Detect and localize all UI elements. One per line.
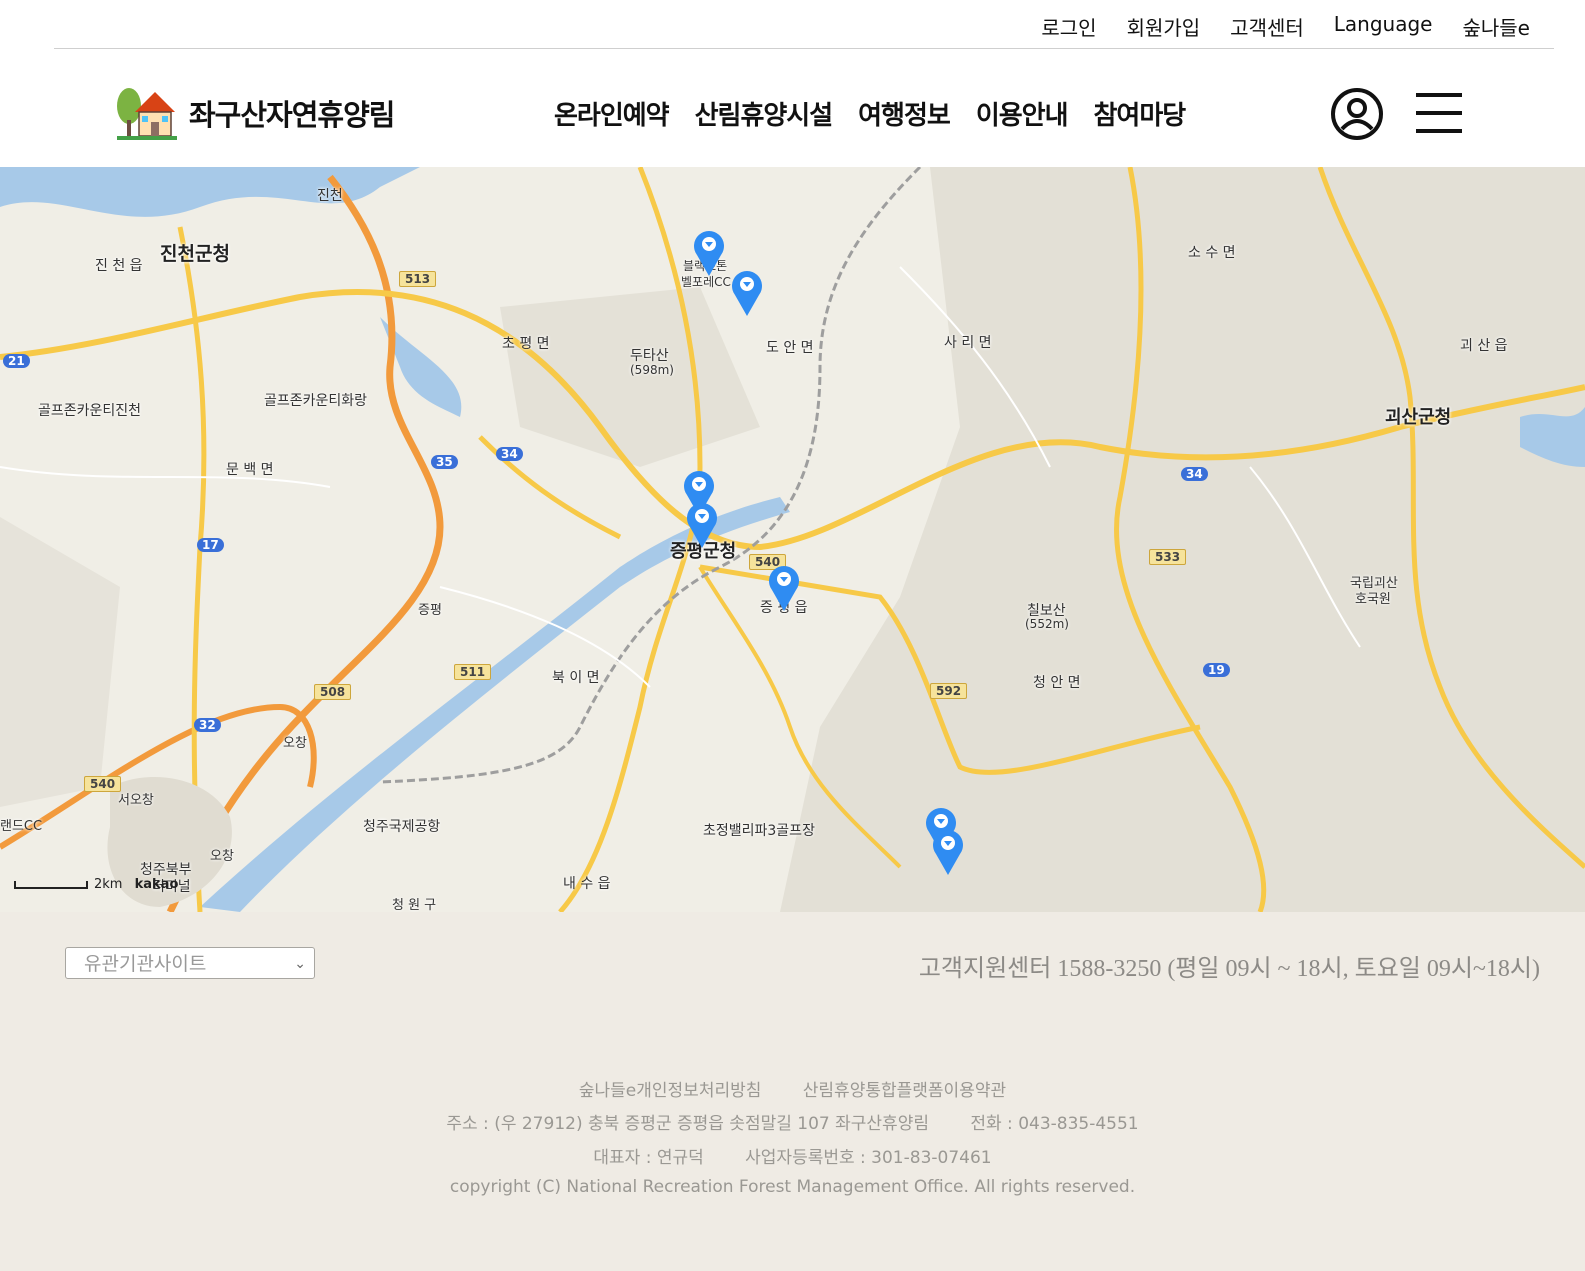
user-icon bbox=[1331, 88, 1383, 140]
map-label: 골프존카운티진천 bbox=[38, 403, 142, 419]
hamburger-icon bbox=[1416, 93, 1462, 133]
map-label: 오창 bbox=[210, 849, 234, 864]
map-label: 내 수 읍 bbox=[563, 876, 611, 892]
map-label: 문 백 면 bbox=[226, 462, 274, 478]
customer-support-info: 고객지원센터 1588-3250 (평일 09시 ~ 18시, 토요일 09시~… bbox=[918, 956, 1540, 982]
road-number: 19 bbox=[1203, 663, 1230, 677]
location-marker[interactable] bbox=[730, 267, 764, 317]
map-label: 도 안 면 bbox=[766, 340, 814, 356]
map-label: 증평 bbox=[418, 603, 442, 618]
map-label: 초정밸리파3골프장 bbox=[703, 823, 815, 839]
scale-bar bbox=[14, 880, 88, 889]
map-label: 진 천 읍 bbox=[95, 258, 143, 274]
map-base bbox=[0, 167, 1585, 912]
supnadeul-link[interactable]: 숲나들e bbox=[1462, 12, 1530, 41]
road-number: 32 bbox=[194, 718, 221, 732]
utility-links: 로그인 회원가입 고객센터 Language 숲나들e bbox=[1041, 12, 1530, 41]
nav-community[interactable]: 참여마당 bbox=[1094, 95, 1187, 132]
map-label: 괴 산 읍 bbox=[1460, 338, 1508, 354]
location-marker[interactable] bbox=[692, 227, 726, 277]
location-marker[interactable] bbox=[685, 499, 719, 549]
footer-address: 주소 : (우 27912) 충북 증평군 증평읍 솟점말길 107 좌구산휴양… bbox=[446, 1114, 929, 1134]
nav-facilities[interactable]: 산림휴양시설 bbox=[695, 95, 834, 132]
map-label: 진천군청 bbox=[160, 243, 230, 265]
map-label: 두타산 bbox=[630, 348, 669, 364]
customer-center-link[interactable]: 고객센터 bbox=[1230, 12, 1304, 41]
road-number: 513 bbox=[399, 271, 437, 287]
map-label: 오창 bbox=[283, 736, 307, 751]
map-label: 랜드CC bbox=[0, 819, 43, 834]
site-title: 좌구산자연휴양림 bbox=[189, 98, 395, 132]
road-number: 508 bbox=[314, 684, 352, 700]
footer-ceo: 대표자 : 연규덕 bbox=[593, 1148, 704, 1168]
road-number: 511 bbox=[454, 664, 492, 680]
map-label: 진천 bbox=[317, 188, 343, 204]
road-number: 540 bbox=[84, 776, 122, 792]
footer-ceo-line: 대표자 : 연규덕 사업자등록번호 : 301-83-07461 bbox=[0, 1143, 1585, 1168]
road-number: 17 bbox=[197, 538, 224, 552]
road-number: 21 bbox=[3, 354, 30, 368]
footer-phone: 전화 : 043-835-4551 bbox=[970, 1114, 1139, 1134]
main-nav: 온라인예약 산림휴양시설 여행정보 이용안내 참여마당 bbox=[554, 95, 1187, 132]
footer-copyright: copyright (C) National Recreation Forest… bbox=[449, 1177, 1136, 1197]
nav-travel-info[interactable]: 여행정보 bbox=[858, 95, 951, 132]
select-placeholder: 유관기관사이트 bbox=[84, 953, 207, 975]
map-pin-icon bbox=[769, 566, 799, 611]
related-sites-select[interactable]: 유관기관사이트 ⌄ bbox=[65, 947, 315, 979]
map-pin-icon bbox=[694, 231, 724, 276]
map-label: (552m) bbox=[1025, 617, 1069, 631]
nav-online-reservation[interactable]: 온라인예약 bbox=[554, 95, 670, 132]
site-header: 좌구산자연휴양림 온라인예약 산림휴양시설 여행정보 이용안내 참여마당 bbox=[0, 49, 1585, 167]
map-label: 소 수 면 bbox=[1188, 245, 1236, 261]
signup-link[interactable]: 회원가입 bbox=[1127, 12, 1201, 41]
road-number: 35 bbox=[431, 455, 458, 469]
site-logo[interactable]: 좌구산자연휴양림 bbox=[115, 84, 395, 142]
utility-bar: 로그인 회원가입 고객센터 Language 숲나들e bbox=[54, 0, 1554, 49]
map-label: 청 안 면 bbox=[1033, 675, 1081, 691]
scale-label: 2km bbox=[94, 877, 123, 892]
privacy-policy-link[interactable]: 숲나들e개인정보처리방침 bbox=[579, 1081, 762, 1101]
map-pin-icon bbox=[732, 271, 762, 316]
language-link[interactable]: Language bbox=[1334, 12, 1433, 41]
footer-bizno: 사업자등록번호 : 301-83-07461 bbox=[745, 1148, 992, 1168]
map-label: 초 평 면 bbox=[502, 336, 550, 352]
map-label: 청 원 구 bbox=[392, 898, 437, 912]
map-label: 청주국제공항 bbox=[363, 819, 441, 835]
map-label: 괴산군청 bbox=[1385, 407, 1452, 428]
chevron-down-icon: ⌄ bbox=[294, 956, 306, 972]
location-marker[interactable] bbox=[931, 826, 965, 876]
map-pin-icon bbox=[933, 830, 963, 875]
map-label: 사 리 면 bbox=[944, 335, 992, 351]
kakao-attribution[interactable]: kakao bbox=[135, 877, 179, 892]
map-scale-attribution: 2km kakao bbox=[14, 877, 178, 892]
user-account-button[interactable] bbox=[1330, 87, 1384, 145]
nav-guide[interactable]: 이용안내 bbox=[976, 95, 1069, 132]
footer-address-line: 주소 : (우 27912) 충북 증평군 증평읍 솟점말길 107 좌구산휴양… bbox=[0, 1109, 1585, 1134]
terms-link[interactable]: 산림휴양통합플랫폼이용약관 bbox=[803, 1081, 1006, 1101]
road-number: 592 bbox=[930, 683, 968, 699]
map-label: 호국원 bbox=[1355, 592, 1391, 607]
map-label: 골프존카운티화랑 bbox=[264, 393, 368, 409]
hamburger-menu-button[interactable] bbox=[1416, 93, 1462, 137]
house-tree-logo-icon bbox=[117, 88, 177, 140]
map-label: (598m) bbox=[630, 363, 674, 377]
road-number: 34 bbox=[1181, 467, 1208, 481]
site-footer: 유관기관사이트 ⌄ 고객지원센터 1588-3250 (평일 09시 ~ 18시… bbox=[0, 912, 1585, 1271]
map-label: 북 이 면 bbox=[552, 670, 600, 686]
footer-links: 숲나들e개인정보처리방침 산림휴양통합플랫폼이용약관 bbox=[0, 1076, 1585, 1101]
map-pin-icon bbox=[687, 503, 717, 548]
login-link[interactable]: 로그인 bbox=[1041, 12, 1096, 41]
map-view[interactable]: 진천 진천군청 진 천 읍 초 평 면 두타산 (598m) 블랙스톤 벨포레C… bbox=[0, 167, 1585, 912]
road-number: 34 bbox=[496, 447, 523, 461]
road-number: 533 bbox=[1149, 549, 1187, 565]
location-marker[interactable] bbox=[767, 562, 801, 612]
map-label: 서오창 bbox=[118, 793, 154, 808]
